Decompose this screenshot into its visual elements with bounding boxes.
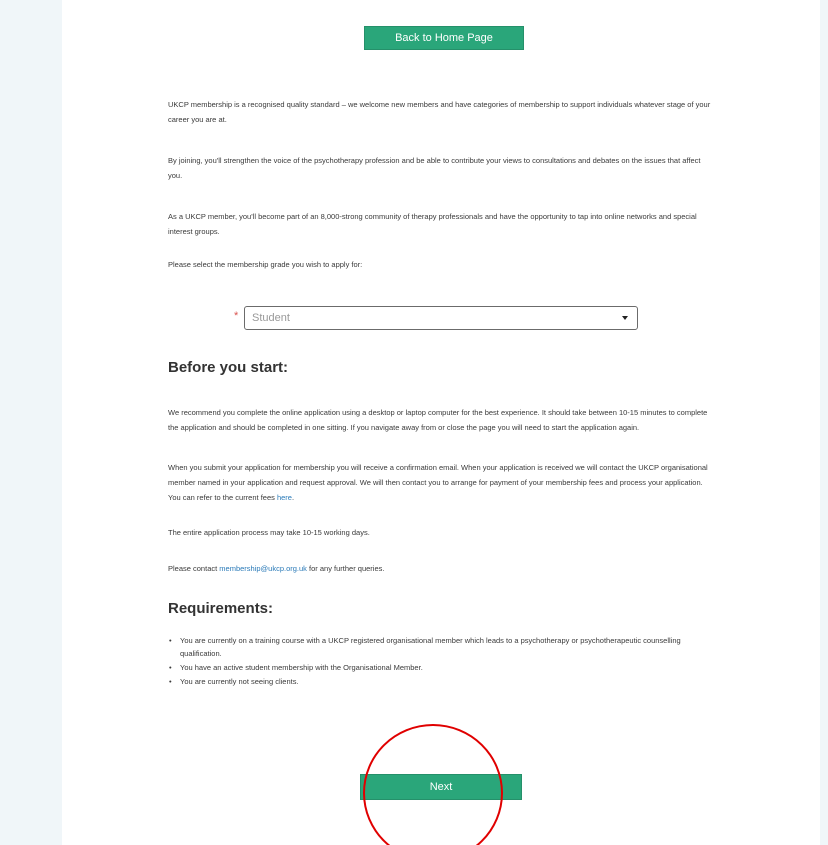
- selected-grade-value: Student: [252, 312, 290, 324]
- list-item: • You are currently not seeing clients.: [168, 675, 716, 688]
- contact-text-end: for any further queries.: [306, 564, 385, 573]
- page: Back to Home Page UKCP membership is a r…: [0, 0, 828, 845]
- membership-grade-field: * Student: [234, 306, 638, 330]
- contact-paragraph: Please contact membership@ukcp.org.uk fo…: [168, 561, 716, 576]
- intro-paragraph: By joining, you'll strengthen the voice …: [168, 156, 701, 180]
- membership-email-link[interactable]: membership@ukcp.org.uk: [219, 564, 307, 573]
- process-paragraph: When you submit your application for mem…: [168, 460, 716, 505]
- process-text: When you submit your application for mem…: [168, 463, 708, 502]
- caret-down-icon: [622, 316, 628, 320]
- process-text-end: .: [291, 493, 295, 502]
- bullet-icon: •: [169, 663, 172, 672]
- duration-paragraph: The entire application process may take …: [168, 528, 370, 537]
- membership-grade-select[interactable]: Student: [244, 306, 638, 330]
- bullet-icon: •: [169, 636, 172, 645]
- content-panel: Back to Home Page UKCP membership is a r…: [62, 0, 820, 845]
- list-item: • You are currently on a training course…: [168, 634, 716, 660]
- list-item: • You have an active student membership …: [168, 661, 716, 674]
- intro-paragraph: As a UKCP member, you'll become part of …: [168, 212, 697, 236]
- back-to-home-button[interactable]: Back to Home Page: [364, 26, 524, 50]
- intro-paragraph: UKCP membership is a recognised quality …: [168, 100, 711, 124]
- requirement-text: You are currently on a training course w…: [180, 636, 681, 658]
- contact-text: Please contact: [168, 564, 220, 573]
- bullet-icon: •: [169, 677, 172, 686]
- required-marker: *: [234, 310, 239, 322]
- requirement-text: You are currently not seeing clients.: [180, 677, 299, 686]
- next-button[interactable]: Next: [360, 774, 522, 800]
- before-you-start-heading: Before you start:: [168, 359, 289, 376]
- requirement-text: You have an active student membership wi…: [180, 663, 423, 672]
- requirements-list: • You are currently on a training course…: [168, 634, 716, 689]
- fees-link[interactable]: here: [277, 493, 292, 502]
- select-grade-prompt: Please select the membership grade you w…: [168, 260, 363, 269]
- requirements-heading: Requirements:: [168, 600, 274, 617]
- recommendation-paragraph: We recommend you complete the online app…: [168, 408, 708, 432]
